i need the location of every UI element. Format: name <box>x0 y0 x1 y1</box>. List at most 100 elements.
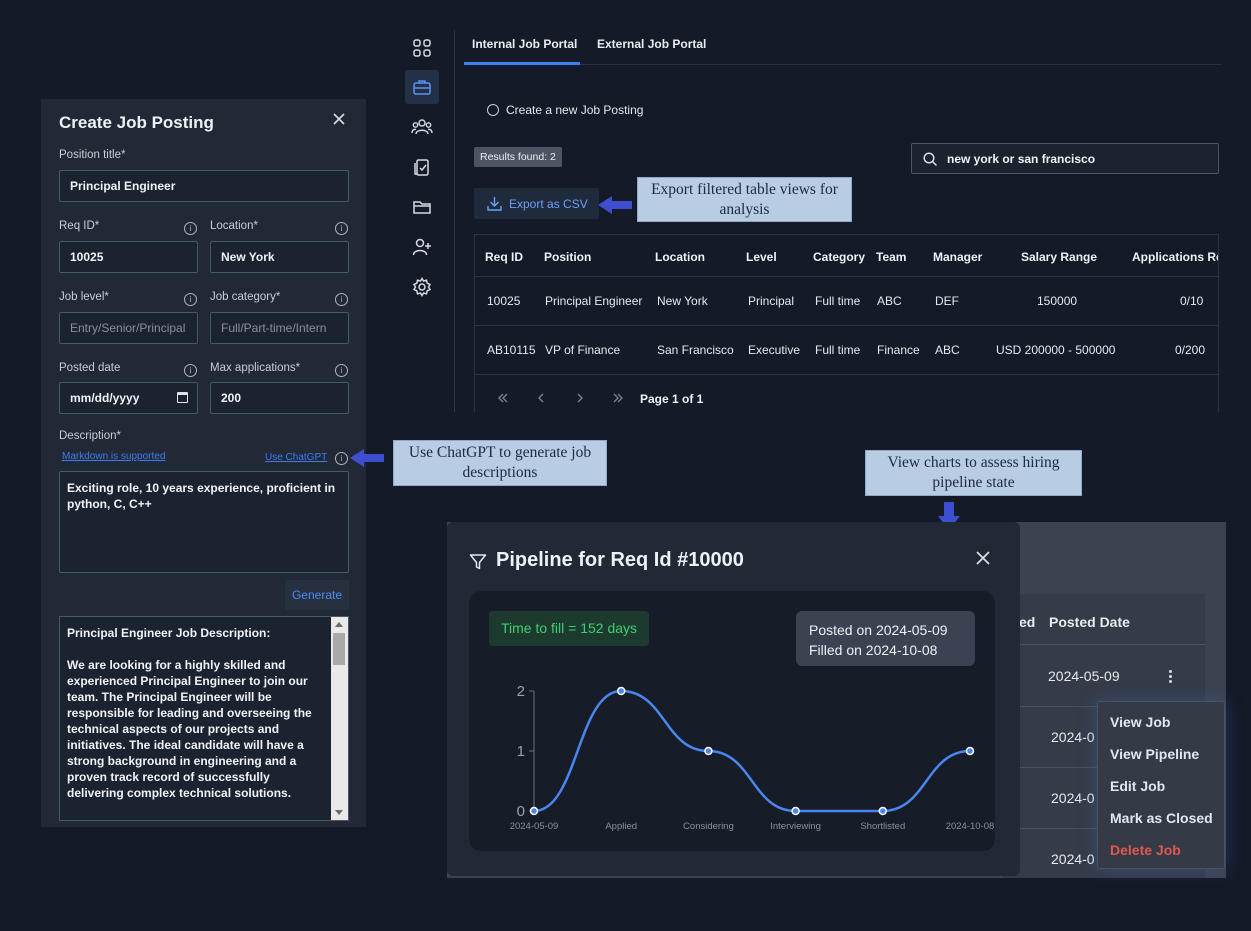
info-icon[interactable]: i <box>335 452 348 465</box>
job-level-input[interactable]: Entry/Senior/Principal <box>59 312 198 344</box>
team-icon[interactable] <box>405 110 439 144</box>
export-csv-label: Export as CSV <box>509 197 588 211</box>
first-page-icon[interactable] <box>497 393 509 403</box>
generate-button[interactable]: Generate <box>285 580 349 610</box>
row-divider <box>475 374 1218 375</box>
column-header[interactable]: Category <box>813 250 865 264</box>
y-tick-label: 1 <box>517 743 525 760</box>
table-cell: ABC <box>877 294 902 308</box>
jobs-table: Req ID Position Location Level Category … <box>474 234 1219 412</box>
scroll-up-icon[interactable] <box>335 622 343 627</box>
close-icon[interactable] <box>975 550 991 566</box>
max-applications-input[interactable]: 200 <box>210 382 349 414</box>
tab-internal-job-portal[interactable]: Internal Job Portal <box>472 37 577 51</box>
menu-item-mark-closed[interactable]: Mark as Closed <box>1110 810 1213 826</box>
prev-page-icon[interactable] <box>537 393 545 403</box>
clipboard-check-icon[interactable] <box>405 150 439 184</box>
export-callout: Export filtered table views for analysis <box>637 177 852 222</box>
location-label: Location* <box>210 220 258 232</box>
generated-description-text: Principal Engineer Job Description: We a… <box>67 626 312 820</box>
plus-circle-icon[interactable] <box>487 104 499 116</box>
posted-date-cell: 2024-0 <box>1051 729 1095 745</box>
job-category-input[interactable]: Full/Part-time/Intern <box>210 312 349 344</box>
posted-date-label: Posted date <box>59 362 121 374</box>
description-textarea[interactable]: Exciting role, 10 years experience, prof… <box>59 471 349 573</box>
table-cell: Full time <box>815 343 861 357</box>
menu-item-delete-job[interactable]: Delete Job <box>1110 842 1181 858</box>
table-cell: USD 200000 - 500000 <box>996 343 1116 357</box>
info-icon[interactable]: i <box>184 293 197 306</box>
data-point <box>616 686 626 696</box>
chatgpt-callout: Use ChatGPT to generate job descriptions <box>393 440 607 486</box>
column-header[interactable]: Manager <box>933 250 982 264</box>
table-cell: San Francisco <box>657 343 734 357</box>
column-header[interactable]: Salary Range <box>1021 250 1097 264</box>
download-icon <box>487 197 502 211</box>
data-point <box>878 806 888 816</box>
export-csv-button[interactable]: Export as CSV <box>474 188 599 219</box>
generated-description[interactable]: Principal Engineer Job Description: We a… <box>59 616 349 821</box>
scroll-down-icon[interactable] <box>335 810 343 815</box>
next-page-icon[interactable] <box>576 393 584 403</box>
arrow-left-icon <box>350 449 384 467</box>
table-cell: AB10115 <box>487 343 536 357</box>
data-point <box>965 746 975 756</box>
posted-date-input[interactable]: mm/dd/yyyy <box>59 382 198 414</box>
chatgpt-link[interactable]: Use ChatGPT <box>265 452 327 463</box>
req-id-input[interactable]: 10025 <box>59 241 198 273</box>
folder-icon[interactable] <box>405 190 439 224</box>
close-icon[interactable] <box>331 111 347 127</box>
column-header[interactable]: Req ID <box>485 250 523 264</box>
info-icon[interactable]: i <box>335 293 348 306</box>
search-icon <box>923 152 938 167</box>
x-tick-label: Shortlisted <box>860 821 905 832</box>
req-id-label: Req ID* <box>59 220 100 232</box>
search-input[interactable]: new york or san francisco <box>911 143 1219 174</box>
more-options-icon[interactable] <box>1169 670 1173 684</box>
gear-icon[interactable] <box>405 270 439 304</box>
table-cell: Principal <box>748 294 795 308</box>
pipeline-line-chart: 0 1 2 2024-05-09 Applied Considering Interview… <box>510 683 995 832</box>
table-cell: 0/10 <box>1180 294 1204 308</box>
icon-rail <box>402 30 442 310</box>
menu-item-view-pipeline[interactable]: View Pipeline <box>1110 746 1199 762</box>
row-divider <box>475 276 1218 277</box>
posted-date-cell: 2024-0 <box>1051 851 1095 867</box>
table-cell: 10025 <box>487 294 521 308</box>
column-header[interactable]: Level <box>746 250 777 264</box>
info-icon[interactable]: i <box>335 222 348 235</box>
pipeline-chart-card: Time to fill = 152 days Posted on 2024-0… <box>469 591 995 851</box>
rail-divider <box>454 30 455 412</box>
create-job-posting-link[interactable]: Create a new Job Posting <box>506 103 643 117</box>
data-point <box>791 806 800 816</box>
table-cell: DEF <box>935 294 959 308</box>
add-user-icon[interactable] <box>405 230 439 264</box>
table-cell: Principal Engineer <box>545 294 643 308</box>
position-title-input[interactable]: Principal Engineer <box>59 170 349 202</box>
results-badge: Results found: 2 <box>474 147 562 167</box>
column-header[interactable]: Applications Re <box>1132 250 1218 264</box>
menu-item-edit-job[interactable]: Edit Job <box>1110 778 1165 794</box>
markdown-link[interactable]: Markdown is supported <box>62 451 165 462</box>
search-value: new york or san francisco <box>947 152 1096 166</box>
scroll-thumb[interactable] <box>333 633 345 665</box>
modal-title: Pipeline for Req Id #10000 <box>496 549 744 571</box>
column-header[interactable]: Team <box>876 250 906 264</box>
menu-item-view-job[interactable]: View Job <box>1110 714 1170 730</box>
dashboard-icon[interactable] <box>405 31 439 65</box>
table-cell: 150000 <box>1037 294 1078 308</box>
column-header[interactable]: Location <box>655 250 705 264</box>
tab-external-job-portal[interactable]: External Job Portal <box>597 37 706 51</box>
column-header[interactable]: Position <box>544 250 591 264</box>
location-input[interactable]: New York <box>210 241 349 273</box>
series-line <box>533 689 971 813</box>
calendar-icon[interactable] <box>177 392 188 403</box>
last-page-icon[interactable] <box>612 393 624 403</box>
briefcase-icon[interactable] <box>405 70 439 104</box>
table-cell: Full time <box>815 294 861 308</box>
scrollbar[interactable] <box>331 617 348 820</box>
info-icon[interactable]: i <box>184 222 197 235</box>
info-icon[interactable]: i <box>335 364 348 377</box>
create-job-posting-panel: Create Job Posting Position title* Princ… <box>41 99 366 827</box>
info-icon[interactable]: i <box>184 364 197 377</box>
